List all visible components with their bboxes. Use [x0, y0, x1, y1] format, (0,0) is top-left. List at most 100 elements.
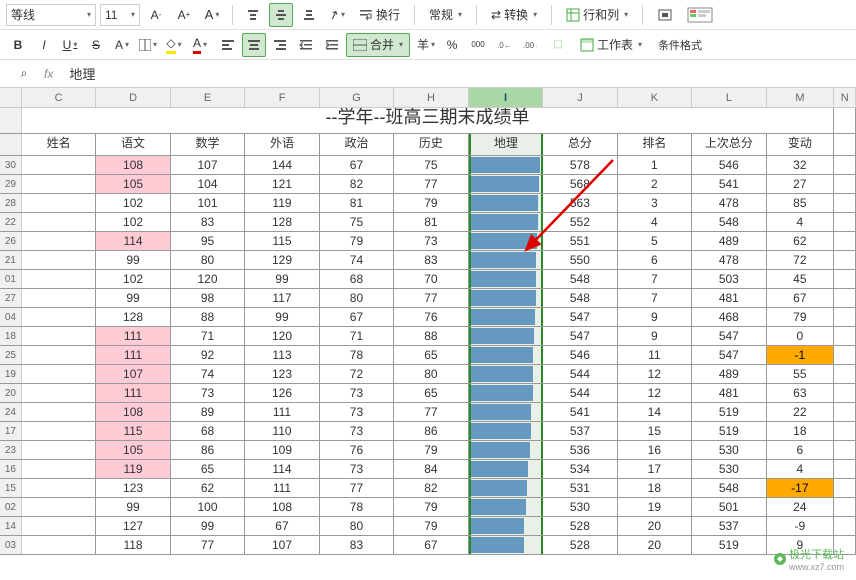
data-cell[interactable]: 67 — [320, 308, 394, 326]
data-cell[interactable]: 85 — [767, 194, 835, 212]
data-cell[interactable]: 67 — [245, 517, 319, 535]
header-cell[interactable]: 地理 — [469, 134, 544, 155]
data-cell[interactable] — [22, 403, 96, 421]
data-cell[interactable]: 77 — [320, 479, 394, 497]
border-button[interactable]: ▾ — [136, 33, 160, 57]
data-cell[interactable]: 63 — [767, 384, 835, 402]
data-cell[interactable]: 81 — [394, 213, 468, 231]
title-cell[interactable]: --学年--班高三期末成绩单 — [22, 108, 834, 133]
fill-color-button[interactable]: ◇▾ — [162, 33, 186, 57]
data-cell[interactable] — [469, 194, 544, 212]
row-header[interactable]: 25 — [0, 346, 22, 364]
data-cell[interactable]: 73 — [320, 460, 394, 478]
merge-button[interactable]: 合并 ▾ — [346, 33, 410, 57]
data-cell[interactable]: 0 — [767, 327, 835, 345]
data-cell[interactable] — [469, 365, 544, 383]
data-cell[interactable]: 4 — [618, 213, 692, 231]
data-cell[interactable]: 550 — [543, 251, 617, 269]
convert-button[interactable]: ⇄ 转换 ▾ — [485, 3, 543, 27]
cond-format-button[interactable]: 条件格式 — [652, 37, 708, 53]
data-cell[interactable]: 88 — [394, 327, 468, 345]
decrease-indent-button[interactable] — [294, 33, 318, 57]
header-cell[interactable]: 历史 — [394, 134, 468, 155]
data-cell[interactable]: 478 — [692, 194, 766, 212]
data-cell[interactable]: 76 — [394, 308, 468, 326]
data-cell[interactable]: 546 — [543, 346, 617, 364]
data-cell[interactable] — [469, 308, 544, 326]
data-cell[interactable]: 548 — [543, 270, 617, 288]
strikethrough-button[interactable]: S — [84, 33, 108, 57]
data-cell[interactable]: 6 — [618, 251, 692, 269]
data-cell[interactable] — [22, 156, 96, 174]
data-cell[interactable] — [22, 460, 96, 478]
data-cell[interactable]: 80 — [320, 517, 394, 535]
data-cell[interactable]: 111 — [96, 384, 170, 402]
data-cell[interactable]: 107 — [171, 156, 245, 174]
data-cell[interactable] — [469, 460, 544, 478]
currency-button[interactable]: 羊▾ — [414, 33, 438, 57]
row-header[interactable]: 04 — [0, 308, 22, 326]
font-dialog-button[interactable]: A▾ — [110, 33, 134, 57]
row-header[interactable]: 01 — [0, 270, 22, 288]
data-cell[interactable]: 12 — [618, 384, 692, 402]
data-cell[interactable]: 73 — [320, 403, 394, 421]
data-cell[interactable]: 5 — [618, 232, 692, 250]
data-cell[interactable]: -17 — [767, 479, 835, 497]
data-cell[interactable]: 99 — [96, 251, 170, 269]
data-cell[interactable]: 107 — [96, 365, 170, 383]
data-cell[interactable]: 18 — [767, 422, 835, 440]
data-cell[interactable] — [22, 346, 96, 364]
data-cell[interactable]: 102 — [96, 270, 170, 288]
data-cell[interactable] — [469, 289, 544, 307]
data-cell[interactable]: -1 — [767, 346, 835, 364]
data-cell[interactable]: 547 — [543, 308, 617, 326]
data-cell[interactable]: 563 — [543, 194, 617, 212]
row-header[interactable]: 02 — [0, 498, 22, 516]
data-cell[interactable]: 32 — [767, 156, 835, 174]
data-cell[interactable]: 117 — [245, 289, 319, 307]
data-cell[interactable]: 17 — [618, 460, 692, 478]
data-cell[interactable]: 72 — [320, 365, 394, 383]
data-cell[interactable]: 111 — [96, 327, 170, 345]
data-cell[interactable]: 65 — [394, 384, 468, 402]
data-cell[interactable]: 111 — [245, 479, 319, 497]
row-header[interactable]: 17 — [0, 422, 22, 440]
increase-font-button[interactable]: A+ — [172, 3, 196, 27]
data-cell[interactable]: 489 — [692, 365, 766, 383]
data-cell[interactable]: 80 — [320, 289, 394, 307]
data-cell[interactable]: 107 — [245, 536, 319, 554]
data-cell[interactable]: 99 — [96, 498, 170, 516]
data-cell[interactable]: 531 — [543, 479, 617, 497]
data-cell[interactable]: 92 — [171, 346, 245, 364]
row-header[interactable]: 15 — [0, 479, 22, 497]
col-header-H[interactable]: H — [394, 88, 468, 107]
data-cell[interactable]: 481 — [692, 384, 766, 402]
data-cell[interactable]: 126 — [245, 384, 319, 402]
data-cell[interactable]: 78 — [320, 498, 394, 516]
data-cell[interactable]: 3 — [618, 194, 692, 212]
data-cell[interactable]: 88 — [171, 308, 245, 326]
data-cell[interactable]: 547 — [543, 327, 617, 345]
data-cell[interactable]: 519 — [692, 422, 766, 440]
data-cell[interactable]: 128 — [96, 308, 170, 326]
data-cell[interactable] — [22, 536, 96, 554]
data-cell[interactable] — [22, 232, 96, 250]
data-cell[interactable] — [469, 156, 544, 174]
data-cell[interactable]: 114 — [245, 460, 319, 478]
data-cell[interactable]: 98 — [171, 289, 245, 307]
data-cell[interactable]: 537 — [692, 517, 766, 535]
data-cell[interactable]: 119 — [96, 460, 170, 478]
data-cell[interactable]: 548 — [543, 289, 617, 307]
header-cell[interactable]: 姓名 — [22, 134, 96, 155]
row-header[interactable]: 24 — [0, 403, 22, 421]
data-cell[interactable]: 72 — [767, 251, 835, 269]
increase-indent-button[interactable] — [320, 33, 344, 57]
data-cell[interactable]: 19 — [618, 498, 692, 516]
data-cell[interactable]: 115 — [96, 422, 170, 440]
data-cell[interactable]: 108 — [245, 498, 319, 516]
data-cell[interactable]: 113 — [245, 346, 319, 364]
data-cell[interactable]: 83 — [171, 213, 245, 231]
data-cell[interactable]: 67 — [767, 289, 835, 307]
data-cell[interactable]: 86 — [394, 422, 468, 440]
row-header[interactable]: 27 — [0, 289, 22, 307]
